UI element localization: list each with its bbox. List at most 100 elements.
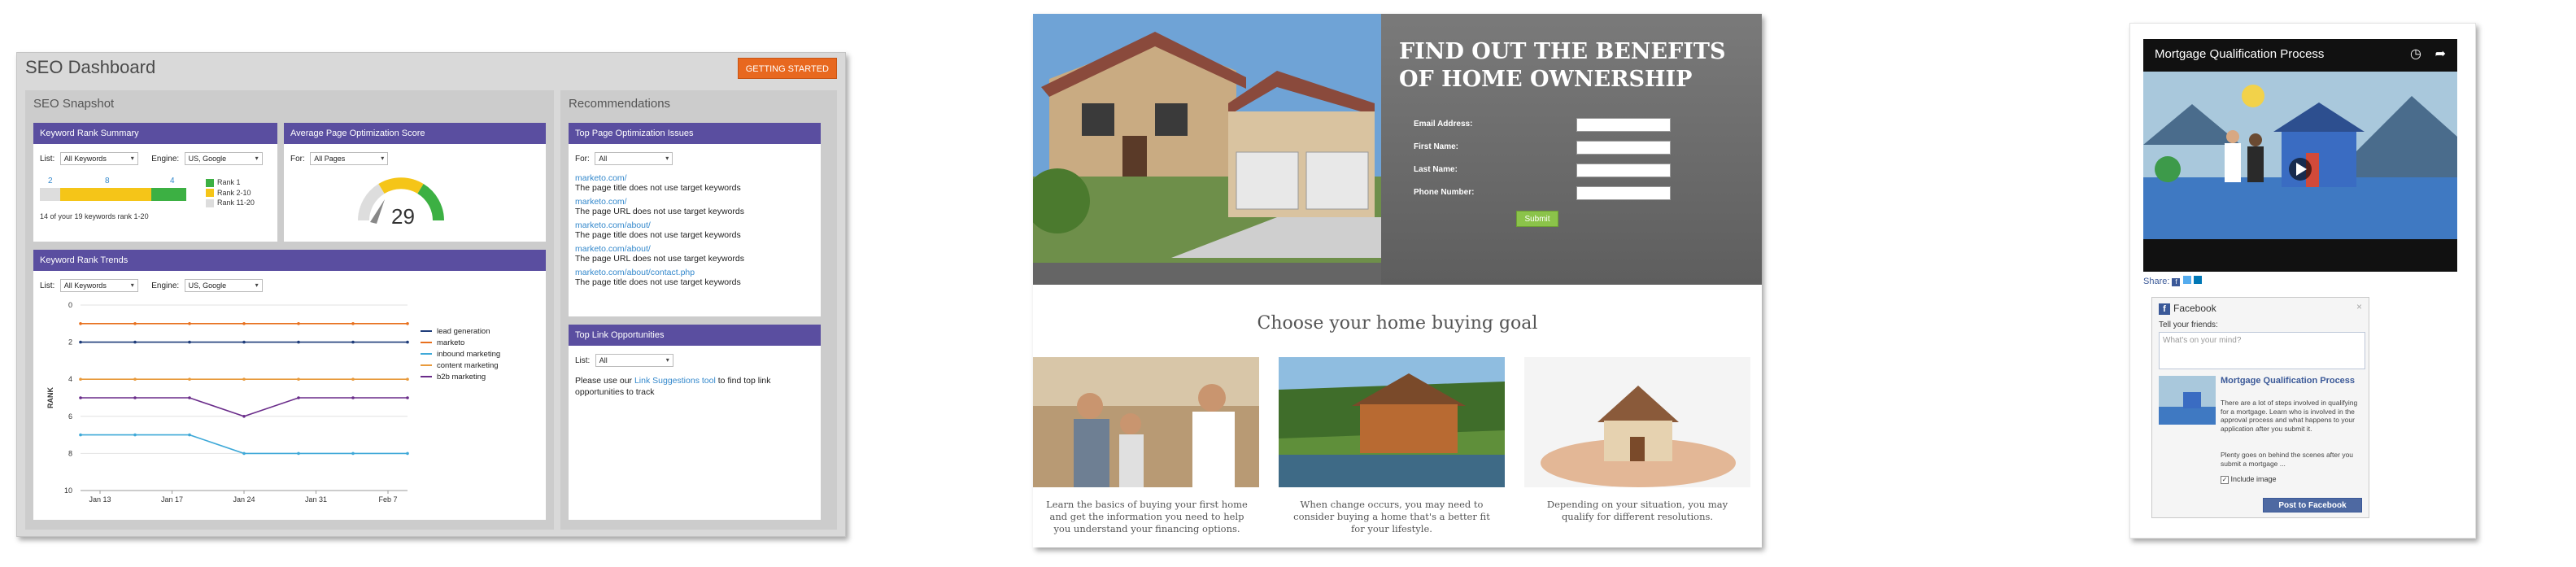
x-tick-label: Jan 31 <box>305 495 327 504</box>
pages-select[interactable]: All Pages ▾ <box>310 152 389 165</box>
keyword-rank-trends-widget: Keyword Rank Trends List: All Keywords ▾ … <box>33 250 546 520</box>
share-arrow-icon[interactable]: ➦ <box>2435 46 2446 62</box>
top-link-opportunities-widget: Top Link Opportunities List: All ▾ Please… <box>569 325 821 520</box>
data-point <box>351 322 355 325</box>
link-suggestions-link[interactable]: Link Suggestions tool <box>634 376 716 386</box>
share-label: Share: <box>2143 277 2170 286</box>
data-point <box>242 415 246 418</box>
y-tick-label: 0 <box>68 301 72 309</box>
facebook-dialog-header: f Facebook <box>2159 303 2216 315</box>
data-point <box>351 377 355 381</box>
first-name-label: First Name: <box>1414 142 1459 151</box>
share-row: Share: f <box>2143 276 2202 286</box>
list-label: List: <box>40 155 55 164</box>
close-icon[interactable]: × <box>2356 301 2362 312</box>
data-point <box>297 451 300 456</box>
data-point <box>79 396 82 399</box>
data-point <box>188 322 191 325</box>
email-field[interactable] <box>1576 118 1671 132</box>
legend-label: content marketing <box>437 361 499 370</box>
legend-rank-2-10: Rank 2-10 <box>217 188 251 197</box>
data-point <box>406 377 409 381</box>
chevron-down-icon: ▾ <box>130 155 134 162</box>
data-point <box>188 433 191 437</box>
data-point <box>133 340 137 344</box>
twitter-icon[interactable] <box>2182 276 2191 284</box>
list-label: List: <box>40 281 55 290</box>
preview-body: There are a lot of steps involved in qua… <box>2221 399 2358 433</box>
list-label: List: <box>575 356 591 365</box>
rank-legend: Rank 1 Rank 2-10 Rank 11-20 <box>206 178 255 207</box>
pages-select-value: All <box>599 155 608 163</box>
video-player[interactable]: Mortgage Qualification Process ◷ ➦ <box>2143 39 2457 272</box>
y-tick-label: 4 <box>68 375 72 383</box>
lead-form-panel: FIND OUT THE BENEFITS OF HOME OWNERSHIP … <box>1381 14 1762 285</box>
data-point <box>79 340 82 344</box>
bar-segment-rank-1 <box>151 188 186 201</box>
facebook-icon[interactable]: f <box>2172 278 2181 286</box>
submit-button[interactable]: Submit <box>1516 211 1558 227</box>
data-point <box>79 377 82 381</box>
include-image-row[interactable]: ✓ Include image <box>2221 475 2277 484</box>
legend-swatch <box>206 189 214 198</box>
bar-segment-rank-11-20 <box>40 188 60 201</box>
data-point <box>297 340 300 344</box>
list-item: marketo.com/The page title does not use … <box>575 173 816 193</box>
video-title: Mortgage Qualification Process <box>2155 47 2325 61</box>
goal-image-family[interactable] <box>1033 357 1259 487</box>
data-point <box>406 396 409 399</box>
first-name-field[interactable] <box>1576 141 1671 155</box>
goal-image-cabin[interactable] <box>1279 357 1505 487</box>
rank-count-2: 8 <box>105 177 110 185</box>
issue-text: The page title does not use target keywo… <box>575 277 741 287</box>
post-to-facebook-button[interactable]: Post to Facebook <box>2263 498 2362 512</box>
include-image-label: Include image <box>2230 475 2277 483</box>
widget-title: Keyword Rank Summary <box>33 123 277 144</box>
y-axis-label: RANK <box>46 387 54 408</box>
list-select[interactable]: All Keywords ▾ <box>59 152 138 165</box>
list-select[interactable]: All Keywords ▾ <box>59 279 138 292</box>
issue-text: The page URL does not use target keyword… <box>575 207 744 216</box>
issue-url-link[interactable]: marketo.com/ <box>575 197 816 207</box>
photo-strip <box>1033 263 1381 285</box>
list-select[interactable]: All ▾ <box>595 354 673 367</box>
linkedin-icon[interactable] <box>2193 276 2202 284</box>
engine-select[interactable]: US, Google ▾ <box>184 152 263 165</box>
share-preview-card: Mortgage Qualification Process There are… <box>2159 376 2365 490</box>
data-point <box>242 451 246 456</box>
getting-started-button[interactable]: GETTING STARTED <box>737 58 837 79</box>
data-point <box>242 377 246 381</box>
chevron-down-icon: ▾ <box>381 155 385 162</box>
data-point <box>351 340 355 344</box>
widget-title: Average Page Optimization Score <box>284 123 546 144</box>
preview-title-link[interactable]: Mortgage Qualification Process <box>2221 376 2364 386</box>
status-textarea[interactable]: What's on your mind? <box>2159 332 2365 369</box>
last-name-field[interactable] <box>1576 164 1671 177</box>
facebook-title: Facebook <box>2173 303 2216 314</box>
family-illustration <box>1033 357 1259 487</box>
series-line <box>81 397 408 417</box>
data-point <box>242 340 246 344</box>
recommendations-title: Recommendations <box>569 97 671 111</box>
headline-line-1: FIND OUT THE BENEFITS <box>1399 39 1726 64</box>
chevron-down-icon: ▾ <box>665 155 669 162</box>
phone-field[interactable] <box>1576 186 1671 200</box>
data-point <box>297 396 300 399</box>
pages-select[interactable]: All ▾ <box>595 152 673 165</box>
seo-dashboard: SEO Dashboard GETTING STARTED SEO Snapsh… <box>16 52 846 537</box>
issue-url-link[interactable]: marketo.com/about/ <box>575 244 816 254</box>
clock-icon[interactable]: ◷ <box>2410 46 2421 62</box>
issue-url-link[interactable]: marketo.com/about/ <box>575 220 816 230</box>
include-image-checkbox[interactable]: ✓ <box>2221 475 2229 484</box>
chevron-down-icon: ▾ <box>130 281 134 289</box>
gauge-arc-high <box>417 184 444 221</box>
engine-select[interactable]: US, Google ▾ <box>184 279 263 292</box>
data-point <box>351 451 355 456</box>
goal-image-hands-house[interactable] <box>1524 357 1750 487</box>
issue-url-link[interactable]: marketo.com/ <box>575 173 816 183</box>
tell-friends-label: Tell your friends: <box>2159 321 2218 329</box>
rank-trends-chart: 0 2 4 6 8 10 RANK Jan 13 Jan 17 Jan 24 Jan 31 Feb 7… <box>46 301 500 504</box>
issue-url-link[interactable]: marketo.com/about/contact.php <box>575 268 816 277</box>
list-item: marketo.com/The page URL does not use ta… <box>575 197 816 216</box>
top-page-issues-widget: Top Page Optimization Issues For: All ▾ m… <box>569 123 821 316</box>
